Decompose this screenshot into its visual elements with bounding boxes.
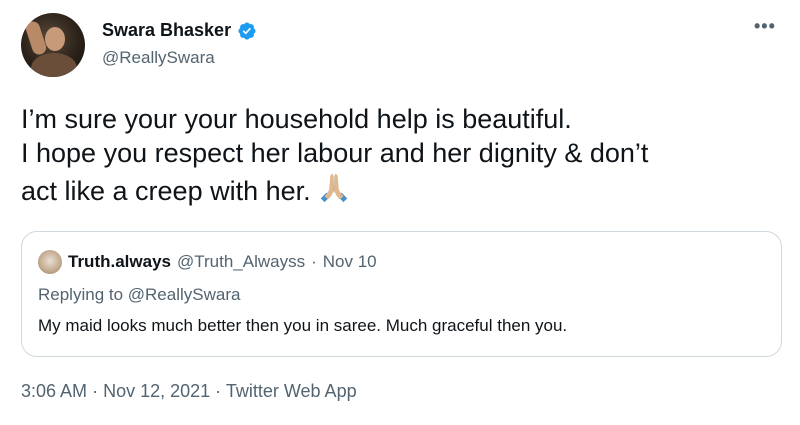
replying-to-label: Replying to @ReallySwara [38,285,241,304]
tweet-source-link[interactable]: Twitter Web App [226,381,357,401]
author-handle[interactable]: @ReallySwara [102,48,215,68]
tweet-text-line: act like a creep with her. [21,170,781,212]
separator-dot: · [92,381,99,401]
author-display-name[interactable]: Swara Bhasker [102,20,231,41]
tweet-metadata: 3:06 AM · Nov 12, 2021 · Twitter Web App [21,381,357,402]
tweet-text: I’m sure your your household help is bea… [21,102,781,212]
tweet-time-link[interactable]: 3:06 AM [21,381,87,401]
folded-hands-icon [317,170,351,212]
tweet-text-line: I hope you respect her labour and her di… [21,138,649,168]
quoted-author-avatar[interactable] [38,250,62,274]
quoted-author-handle[interactable]: @Truth_Alwayss [177,252,305,272]
more-options-button[interactable]: ••• [754,16,776,37]
quoted-author-display-name[interactable]: Truth.always [68,252,171,272]
quoted-tweet[interactable]: Truth.always @Truth_Alwayss · Nov 10 Rep… [21,231,782,357]
author-name-row: Swara Bhasker [102,20,257,41]
tweet-card: Swara Bhasker @ReallySwara ••• I’m sure … [0,0,800,425]
separator-dot: · [215,381,222,401]
author-avatar[interactable] [21,13,85,77]
quoted-tweet-header: Truth.always @Truth_Alwayss · Nov 10 [38,250,377,274]
separator-dot: · [311,252,317,271]
quoted-tweet-date[interactable]: Nov 10 [323,252,377,272]
quoted-tweet-text: My maid looks much better then you in sa… [38,316,568,335]
verified-badge-icon [237,21,257,41]
tweet-date-link[interactable]: Nov 12, 2021 [103,381,210,401]
tweet-text-line: I’m sure your your household help is bea… [21,104,572,134]
